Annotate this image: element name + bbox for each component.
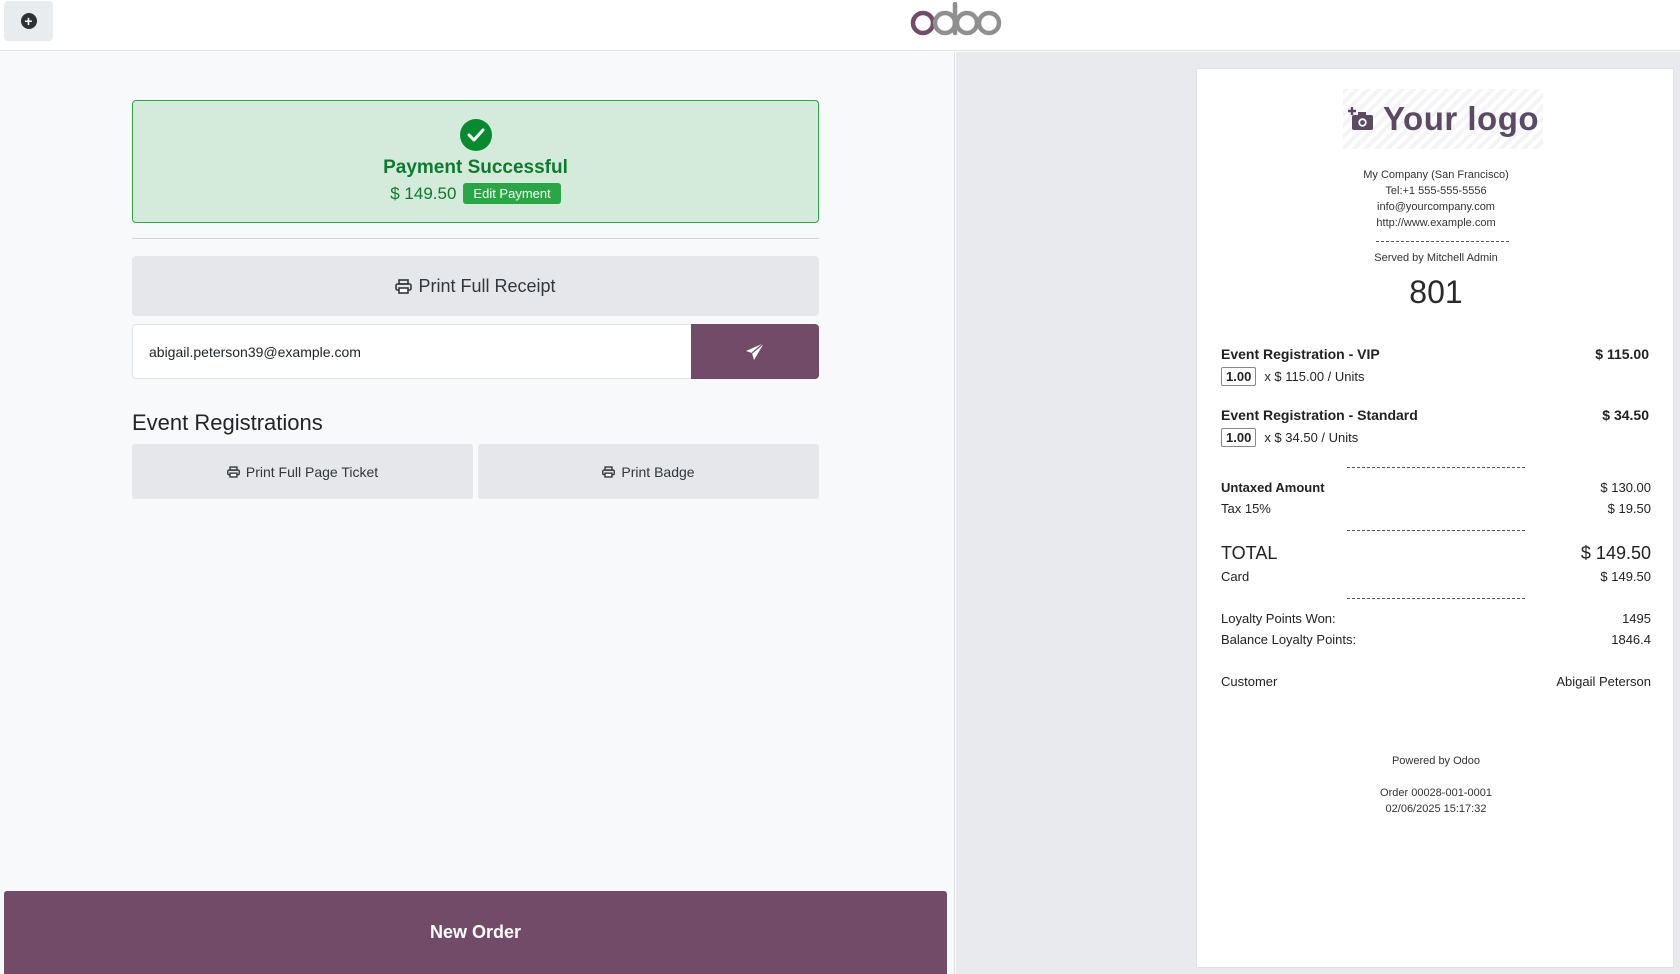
order-reference: Order 00028-001-0001 — [1380, 787, 1492, 799]
print-badge-label: Print Badge — [621, 463, 695, 480]
receipt-line-price: $ 34.50 — [1602, 407, 1649, 423]
printer-icon — [602, 465, 616, 478]
company-logo-placeholder: Your logo — [1343, 89, 1543, 149]
untaxed-label: Untaxed Amount — [1221, 480, 1325, 495]
total-row: TOTAL $ 149.50 — [1221, 543, 1651, 564]
company-email: info@yourcompany.com — [1377, 201, 1495, 213]
email-receipt-row — [132, 324, 819, 379]
payment-screen-left: Payment Successful $ 149.50 Edit Payment… — [0, 52, 955, 974]
order-number: 801 — [1409, 274, 1463, 310]
loyalty-won-value: 1495 — [1622, 611, 1651, 626]
total-value: $ 149.50 — [1580, 543, 1651, 563]
powered-by: Powered by Odoo — [1391, 755, 1481, 767]
new-order-button[interactable]: New Order — [4, 891, 947, 974]
card-value: $ 149.50 — [1600, 569, 1651, 584]
total-label: TOTAL — [1221, 543, 1278, 563]
customer-label: Customer — [1221, 674, 1278, 689]
customer-row: Customer Abigail Peterson — [1221, 674, 1651, 689]
receipt: Your logo My Company (San Francisco) Tel… — [1196, 68, 1674, 968]
tax-label: Tax 15% — [1221, 501, 1271, 516]
tax-row: Tax 15% $ 19.50 — [1221, 501, 1651, 516]
loyalty-balance-value: 1846.4 — [1611, 632, 1651, 647]
logo-text: Your logo — [1382, 100, 1540, 137]
receipt-line-unit-price: x $ 115.00 / Units — [1264, 369, 1365, 384]
event-registration-actions: Print Full Page Ticket Print Badge — [132, 444, 819, 499]
check-circle-icon — [459, 119, 492, 151]
separator — [1347, 467, 1525, 468]
loyalty-balance-row: Balance Loyalty Points: 1846.4 — [1221, 632, 1651, 647]
company-info: My Company (San Francisco) Tel:+1 555-55… — [1197, 167, 1675, 231]
payment-success-title: Payment Successful — [383, 157, 568, 178]
receipt-line-name: Event Registration - Standard — [1221, 407, 1418, 423]
print-full-page-ticket-button[interactable]: Print Full Page Ticket — [132, 444, 473, 499]
receipt-line-qty: 1.00 — [1221, 428, 1257, 447]
payment-amount: $ 149.50 — [390, 183, 457, 203]
loyalty-won-label: Loyalty Points Won: — [1221, 611, 1336, 626]
loyalty-won-row: Loyalty Points Won: 1495 — [1221, 611, 1651, 626]
print-full-page-ticket-label: Print Full Page Ticket — [245, 463, 379, 480]
tax-value: $ 19.50 — [1607, 501, 1651, 516]
receipt-line-unit-price: x $ 34.50 / Units — [1264, 430, 1359, 445]
separator — [1347, 530, 1525, 531]
card-label: Card — [1221, 569, 1250, 584]
printer-icon — [226, 465, 240, 478]
divider — [132, 238, 819, 239]
company-website: http://www.example.com — [1376, 217, 1496, 229]
served-by: Served by Mitchell Admin — [1374, 252, 1498, 264]
untaxed-row: Untaxed Amount $ 130.00 — [1221, 480, 1651, 495]
customer-value: Abigail Peterson — [1556, 674, 1651, 689]
event-registrations-title: Event Registrations — [132, 410, 323, 435]
print-full-receipt-button[interactable]: Print Full Receipt — [132, 256, 819, 316]
camera-plus-icon — [1347, 107, 1373, 130]
card-row: Card $ 149.50 — [1221, 569, 1651, 584]
add-button[interactable]: + — [4, 1, 53, 41]
order-datetime: 02/06/2025 15:17:32 — [1385, 803, 1487, 815]
printer-icon — [395, 278, 413, 294]
email-input[interactable] — [132, 324, 691, 379]
print-badge-button[interactable]: Print Badge — [478, 444, 819, 499]
receipt-line-name: Event Registration - VIP — [1221, 346, 1380, 362]
receipt-line-qty: 1.00 — [1221, 367, 1257, 386]
receipt-preview-pane[interactable]: Your logo My Company (San Francisco) Tel… — [956, 52, 1680, 974]
odoo-logo — [910, 2, 1002, 36]
paper-plane-icon — [746, 342, 765, 360]
payment-success-banner: Payment Successful $ 149.50 Edit Payment — [132, 100, 819, 223]
plus-circle-icon: + — [20, 13, 37, 29]
company-phone: Tel:+1 555-555-5556 — [1385, 185, 1487, 197]
separator — [1376, 241, 1509, 242]
receipt-line-qty-row: 1.00 x $ 115.00 / Units — [1221, 367, 1365, 386]
top-bar: + — [0, 0, 1680, 51]
untaxed-value: $ 130.00 — [1600, 480, 1651, 495]
loyalty-balance-label: Balance Loyalty Points: — [1221, 632, 1357, 647]
print-full-receipt-label: Print Full Receipt — [418, 275, 556, 296]
separator — [1347, 598, 1525, 599]
edit-payment-button[interactable]: Edit Payment — [463, 183, 561, 204]
company-name: My Company (San Francisco) — [1363, 169, 1509, 181]
receipt-line-qty-row: 1.00 x $ 34.50 / Units — [1221, 428, 1358, 447]
receipt-line-price: $ 115.00 — [1595, 346, 1649, 362]
send-email-button[interactable] — [691, 324, 819, 379]
